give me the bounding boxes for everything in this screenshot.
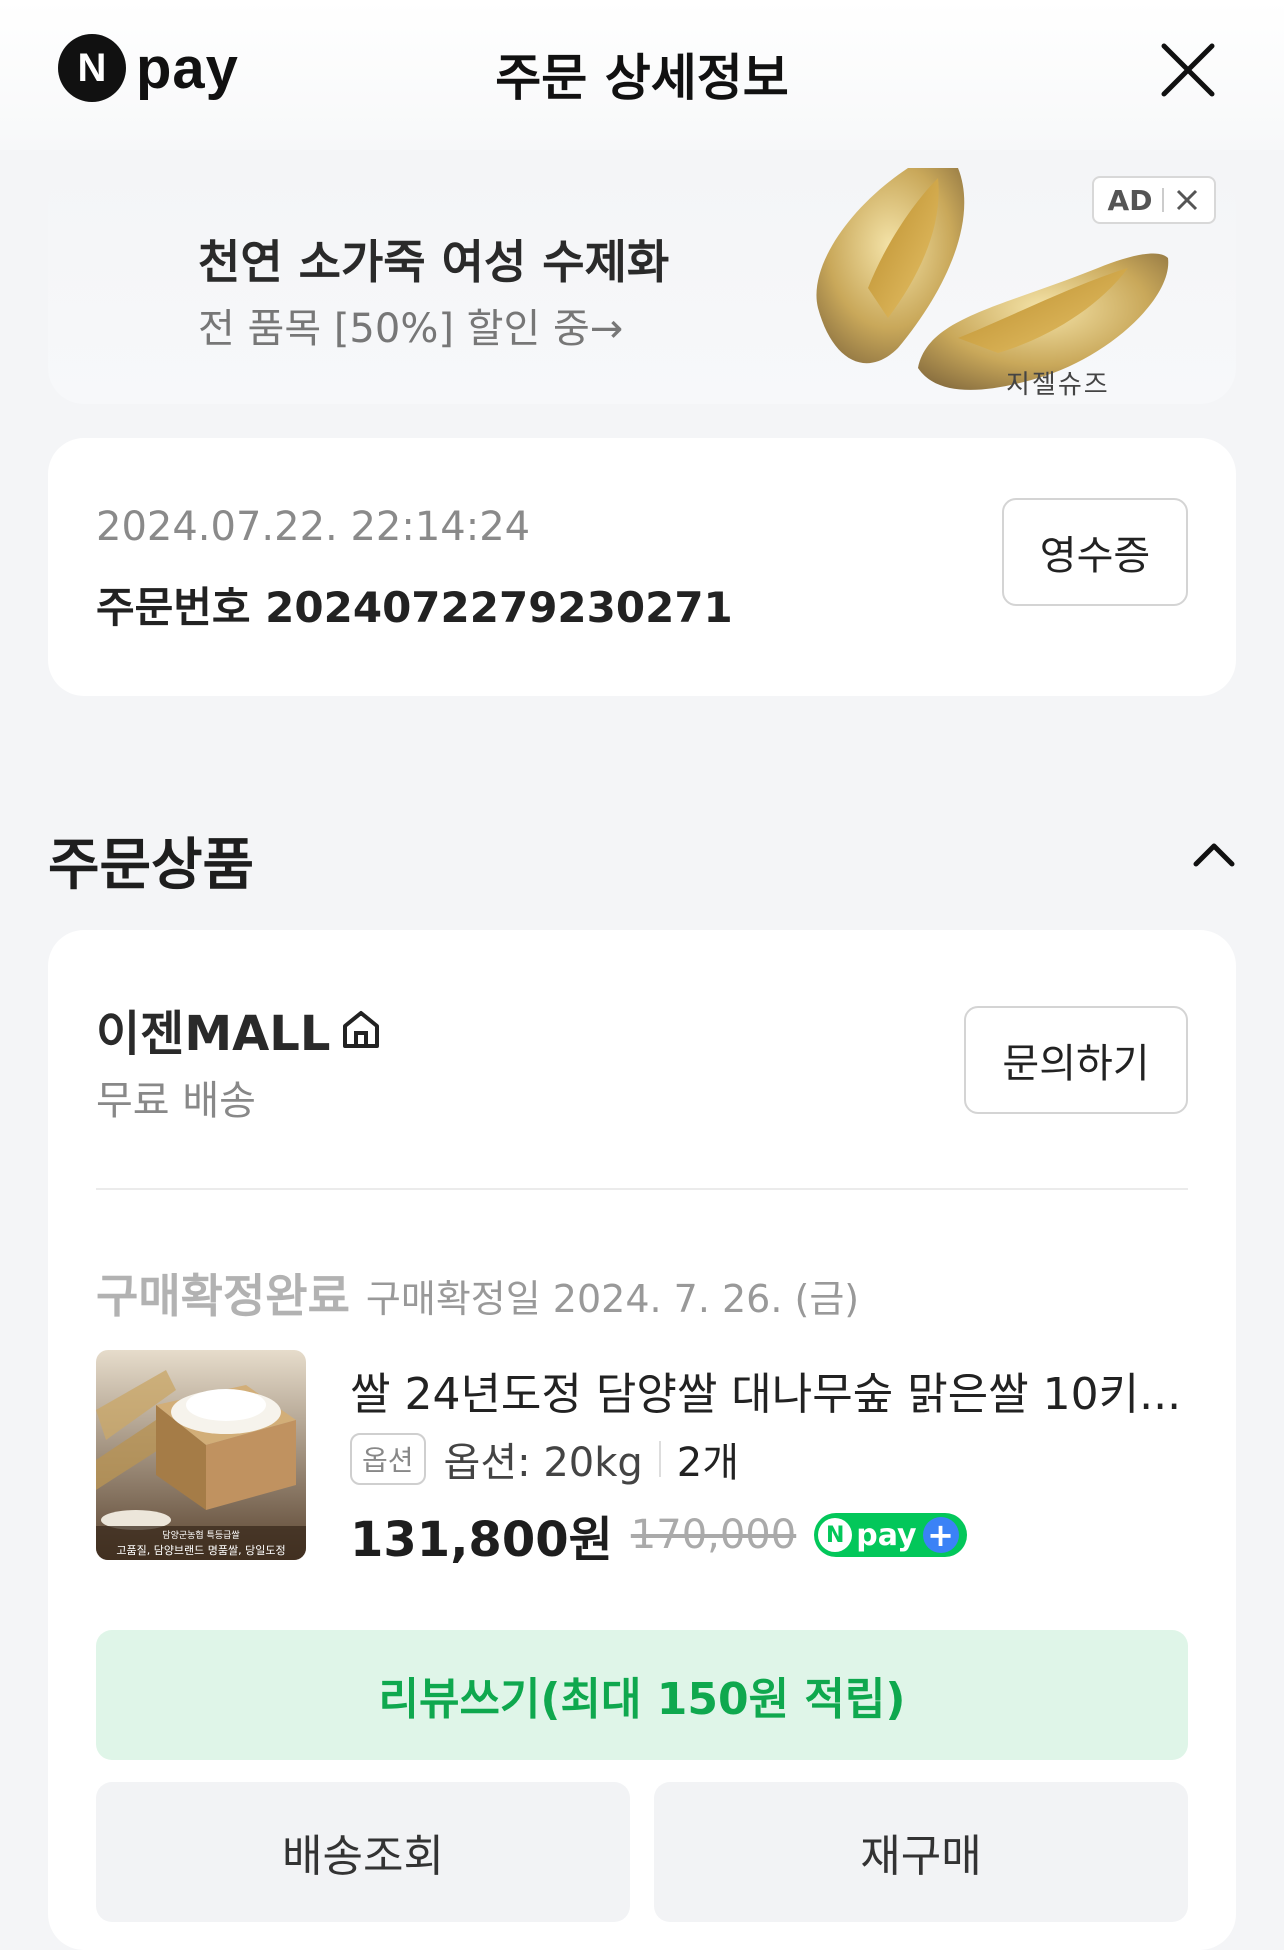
option-badge: 옵션 xyxy=(350,1433,426,1485)
chevron-up-icon[interactable] xyxy=(1190,834,1238,874)
delivery-tracking-button[interactable]: 배송조회 xyxy=(96,1782,630,1922)
price-line: 131,800원 170,000 N pay + xyxy=(350,1500,967,1570)
original-price: 170,000 xyxy=(630,1512,797,1558)
close-icon[interactable] xyxy=(1158,40,1218,100)
ad-badge-label: AD xyxy=(1107,183,1153,217)
ad-badge[interactable]: AD xyxy=(1092,176,1216,224)
order-info-card: 2024.07.22. 22:14:24 주문번호 20240722792302… xyxy=(48,438,1236,696)
quantity: 2개 xyxy=(676,1440,740,1486)
ad-title: 천연 소가죽 여성 수제화 xyxy=(198,235,670,289)
store-name[interactable]: 이젠MALL xyxy=(96,994,384,1064)
sale-price: 131,800원 xyxy=(350,1512,613,1568)
order-item-card: 이젠MALL 무료 배송 문의하기 구매확정완료 구매확정일 2024. 7. … xyxy=(48,930,1236,1950)
product-name[interactable]: 쌀 24년도정 담양쌀 대나무숲 맑은쌀 10키... xyxy=(350,1358,1220,1422)
order-number: 주문번호 2024072279230271 xyxy=(96,583,733,632)
ad-brand: 지젤슈즈 xyxy=(1006,370,1110,400)
thumbnail-caption: 고품질, 담양브랜드 명품쌀, 당일도정 xyxy=(116,1544,286,1557)
thumbnail-caption-top: 담양군농협 특등급쌀 xyxy=(162,1531,240,1541)
header: N pay 주문 상세정보 xyxy=(0,0,1284,150)
option-value: 옵션: 20kg xyxy=(443,1440,643,1486)
ad-banner[interactable]: 천연 소가죽 여성 수제화 전 품목 [50%] 할인 중→ 지젤슈즈 AD xyxy=(48,168,1236,404)
status-date: 구매확정일 2024. 7. 26. (금) xyxy=(365,1277,860,1321)
status-label: 구매확정완료 xyxy=(96,1269,350,1323)
close-icon[interactable] xyxy=(1174,187,1200,213)
section-title: 주문상품 xyxy=(48,833,255,898)
receipt-button[interactable]: 영수증 xyxy=(1002,498,1188,606)
rebuy-button[interactable]: 재구매 xyxy=(654,1782,1188,1922)
ad-badge-divider xyxy=(1162,188,1165,212)
home-icon xyxy=(343,1011,380,1048)
npay-plus-badge: N pay + xyxy=(814,1513,967,1557)
write-review-button[interactable]: 리뷰쓰기(최대 150원 적립) xyxy=(96,1630,1188,1760)
plus-icon: + xyxy=(922,1516,959,1554)
npay-plus-word: pay xyxy=(856,1517,917,1553)
option-divider xyxy=(658,1441,661,1477)
divider xyxy=(96,1188,1188,1190)
page-title: 주문 상세정보 xyxy=(495,49,789,107)
shipping-info: 무료 배송 xyxy=(96,1078,256,1124)
order-datetime: 2024.07.22. 22:14:24 xyxy=(96,504,531,550)
inquiry-button[interactable]: 문의하기 xyxy=(964,1006,1188,1114)
store-name-label: 이젠MALL xyxy=(96,1006,331,1062)
ad-subtitle: 전 품목 [50%] 할인 중→ xyxy=(198,306,624,352)
npay-plus-mark: N xyxy=(818,1518,853,1552)
purchase-status: 구매확정완료 구매확정일 2024. 7. 26. (금) xyxy=(96,1260,859,1326)
option-line: 옵션 옵션: 20kg 2개 xyxy=(350,1430,739,1488)
